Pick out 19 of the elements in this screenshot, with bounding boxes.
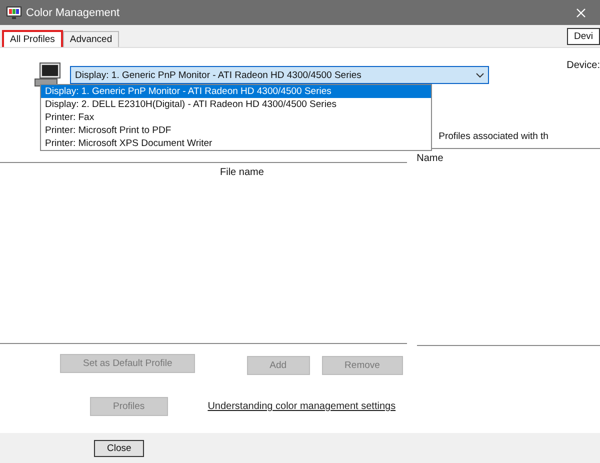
column-header: Name xyxy=(416,152,444,164)
profiles-label: Profiles associated with th xyxy=(438,131,550,142)
help-link[interactable]: Understanding color management settings xyxy=(208,401,396,412)
tab[interactable]: All Profiles xyxy=(2,30,63,47)
dropdown-option[interactable]: Display: 1. Generic PnP Monitor - ATI Radeon HD 4300/4500 Series xyxy=(41,85,431,98)
tab[interactable]: Devi xyxy=(566,28,600,44)
dropdown-option[interactable]: Printer: Microsoft XPS Document Writer xyxy=(41,137,431,150)
column-header: File name xyxy=(219,166,265,178)
color-monitor-icon xyxy=(6,6,22,20)
dropdown-option[interactable]: Printer: Fax xyxy=(41,111,431,124)
caret-icon xyxy=(476,72,484,78)
device-dropdown[interactable]: Display: 1. Generic PnP Monitor - ATI Radeon HD 4300/4500 Series xyxy=(70,66,489,84)
tab[interactable]: Advanced xyxy=(62,31,120,47)
dropdown-option[interactable]: Printer: Microsoft Print to PDF xyxy=(41,124,431,137)
close-button[interactable]: Close xyxy=(94,440,144,456)
dropdown-option[interactable]: Display: 2. DELL E2310H(Digital) - ATI Radeon HD 4300/4500 Series xyxy=(41,98,431,111)
device-label: Device: xyxy=(566,60,600,71)
window-title: Color Management xyxy=(26,6,121,18)
close-icon[interactable] xyxy=(576,8,586,18)
